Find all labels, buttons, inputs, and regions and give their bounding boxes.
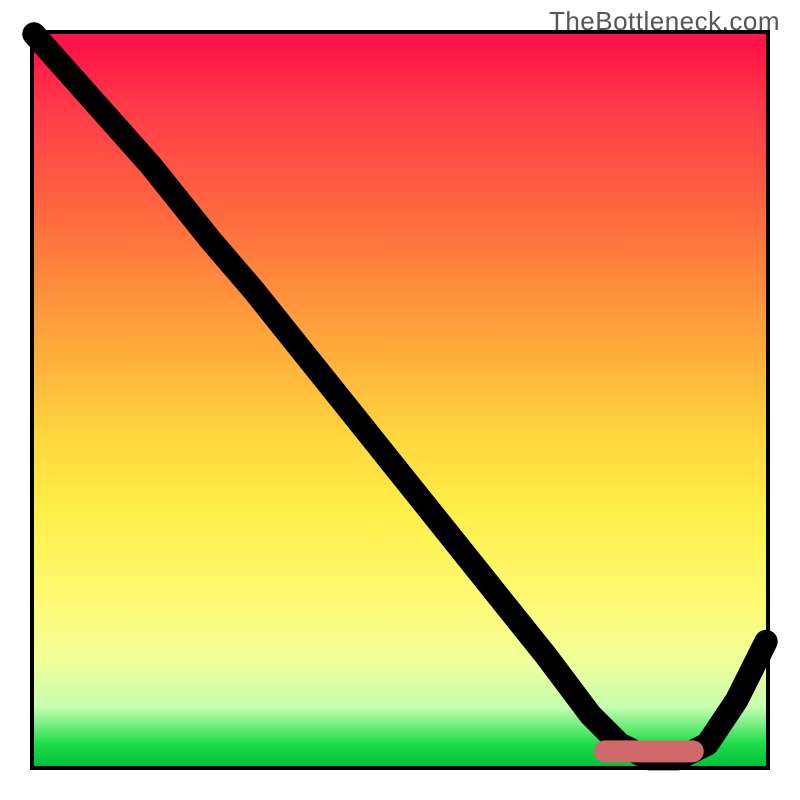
- bottleneck-curve: [34, 34, 766, 759]
- chart-svg: [34, 34, 766, 766]
- plot-area: [30, 30, 770, 770]
- chart-stage: TheBottleneck.com: [0, 0, 800, 800]
